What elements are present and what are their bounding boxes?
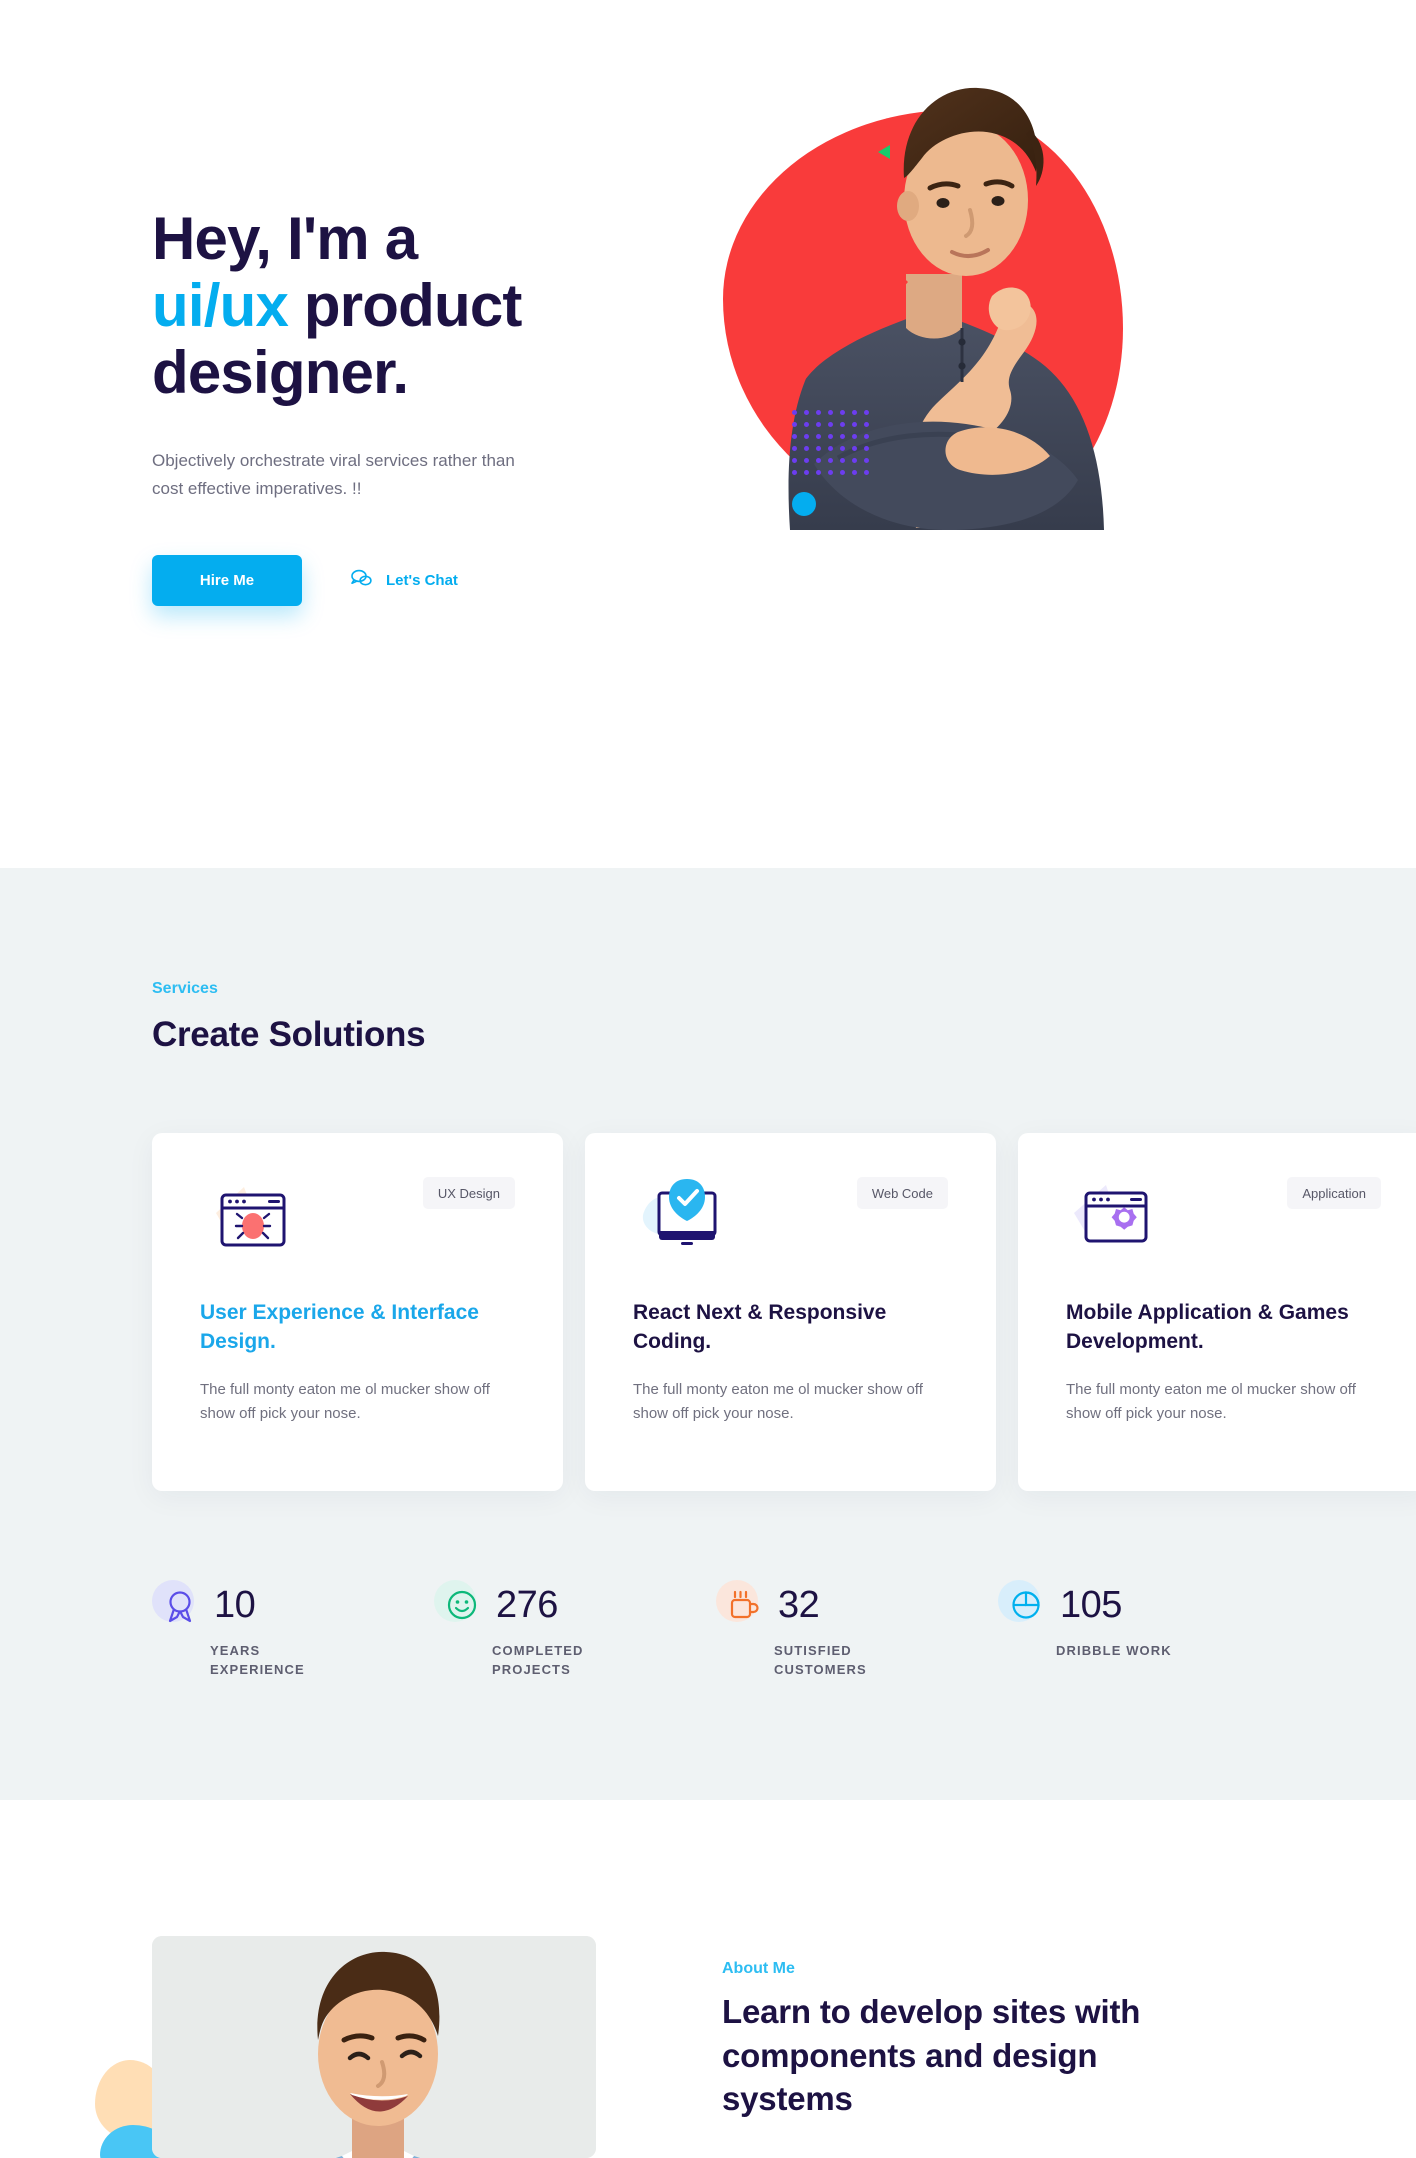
landing-page: Hey, I'm a ui/ux product designer. Objec… xyxy=(0,0,1416,2158)
hero-portrait xyxy=(730,60,1130,530)
about-portrait-illustration xyxy=(152,1936,596,2158)
stat-top: 32 xyxy=(716,1580,998,1630)
about-portrait xyxy=(152,1936,596,2158)
services-title: Create Solutions xyxy=(152,1015,426,1054)
stat-item: 105 DRIBBLE WORK xyxy=(998,1580,1280,1680)
hero-actions: Hire Me Let's Chat xyxy=(152,554,672,606)
service-card-badge: Application xyxy=(1287,1177,1381,1209)
stat-item: 10 YEARS EXPERIENCE xyxy=(152,1580,434,1680)
award-ribbon-icon xyxy=(152,1580,202,1630)
service-card-title: React Next & Responsive Coding. xyxy=(633,1301,887,1353)
stat-top: 276 xyxy=(434,1580,716,1630)
green-triangle-decoration xyxy=(878,145,890,159)
browser-bug-icon xyxy=(200,1169,290,1257)
portrait-illustration xyxy=(788,87,1104,530)
browser-gear-icon xyxy=(1066,1169,1156,1257)
stat-item: 276 COMPLETED PROJECTS xyxy=(434,1580,716,1680)
hero-title-line-3: designer. xyxy=(152,339,409,407)
service-card[interactable]: Application Mobile Application & Games D… xyxy=(1018,1133,1416,1491)
about-label: About Me xyxy=(722,1960,795,1977)
stat-top: 10 xyxy=(152,1580,434,1630)
services-label: Services xyxy=(152,980,218,997)
hero-subtitle: Objectively orchestrate viral services r… xyxy=(152,450,515,498)
about-copy: About Me Learn to develop sites with com… xyxy=(722,1960,1202,2121)
blue-dot-decoration xyxy=(792,492,816,516)
hero-title-accent: ui/ux xyxy=(152,272,289,340)
hire-me-button[interactable]: Hire Me xyxy=(152,554,302,606)
monitor-check-icon xyxy=(633,1169,723,1257)
service-card[interactable]: Web Code React Next & Responsive Coding.… xyxy=(585,1133,996,1491)
purple-dot-grid-decoration xyxy=(792,410,876,482)
stat-value: 105 xyxy=(1060,1584,1122,1626)
stat-value: 10 xyxy=(214,1584,256,1626)
stat-label: DRIBBLE WORK xyxy=(1056,1643,1172,1658)
hero-section: Hey, I'm a ui/ux product designer. Objec… xyxy=(0,0,1416,868)
service-cards: UX Design User Experience & Interface De… xyxy=(152,1133,1416,1491)
stat-item: 32 SUTISFIED CUSTOMERS xyxy=(716,1580,998,1680)
hero-title-line-1: Hey, I'm a xyxy=(152,205,418,272)
stat-value: 32 xyxy=(778,1584,820,1626)
stat-label: COMPLETED PROJECTS xyxy=(492,1643,584,1677)
hero-title-rest: product xyxy=(288,272,523,340)
service-card-title: User Experience & Interface Design. xyxy=(200,1301,479,1353)
service-card-header: Application xyxy=(1066,1169,1381,1257)
lets-chat-label: Let's Chat xyxy=(386,571,458,589)
lets-chat-link[interactable]: Let's Chat xyxy=(350,568,458,592)
service-card[interactable]: UX Design User Experience & Interface De… xyxy=(152,1133,563,1491)
service-card-description: The full monty eaton me ol mucker show o… xyxy=(200,1381,490,1423)
service-card-description: The full monty eaton me ol mucker show o… xyxy=(1066,1381,1356,1423)
coffee-cup-icon xyxy=(716,1580,766,1630)
service-card-badge: Web Code xyxy=(856,1177,948,1209)
service-card-badge: UX Design xyxy=(422,1177,515,1209)
stat-value: 276 xyxy=(496,1584,558,1626)
smiley-face-icon xyxy=(434,1580,484,1630)
hero-copy: Hey, I'm a ui/ux product designer. Objec… xyxy=(152,205,672,606)
about-title: Learn to develop sites with components a… xyxy=(722,1993,1141,2118)
page-title: Hey, I'm a ui/ux product designer. xyxy=(152,205,672,407)
stat-label: SUTISFIED CUSTOMERS xyxy=(774,1643,867,1677)
hero-artwork xyxy=(700,60,1320,660)
stat-top: 105 xyxy=(998,1580,1280,1630)
service-card-header: UX Design xyxy=(200,1169,515,1257)
pie-chart-icon xyxy=(998,1580,1048,1630)
service-card-header: Web Code xyxy=(633,1169,948,1257)
stat-label: YEARS EXPERIENCE xyxy=(210,1643,305,1677)
service-card-description: The full monty eaton me ol mucker show o… xyxy=(633,1381,923,1423)
service-card-title: Mobile Application & Games Development. xyxy=(1066,1301,1349,1353)
chat-bubble-icon xyxy=(350,568,374,592)
stats-row: 10 YEARS EXPERIENCE 276 COMPLETED PROJEC… xyxy=(152,1580,1282,1680)
